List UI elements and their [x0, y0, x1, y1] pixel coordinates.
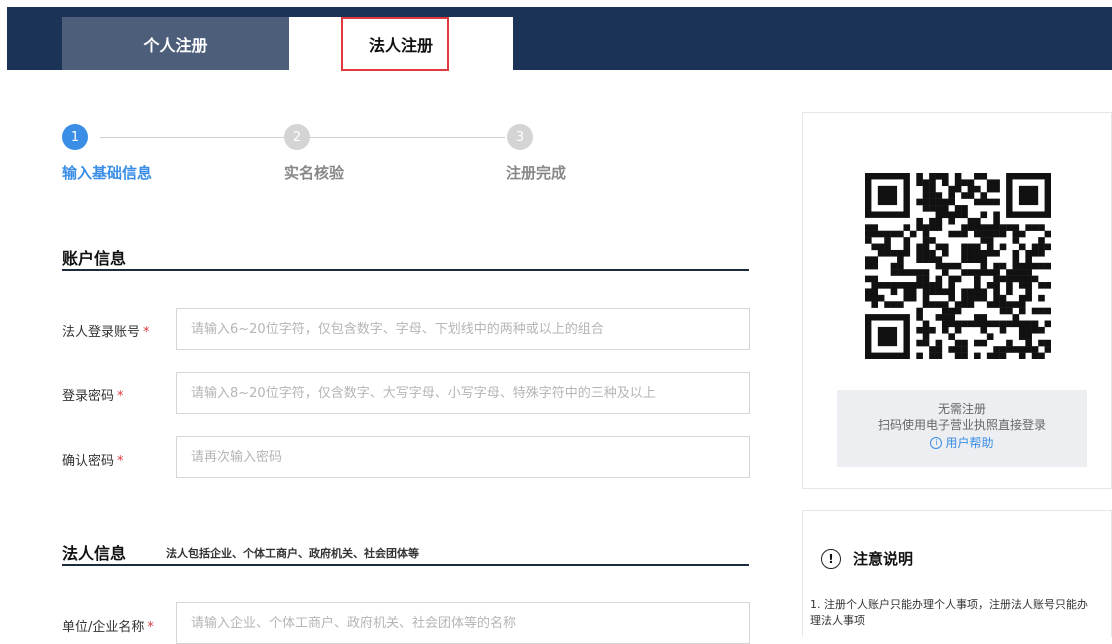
qr-info-box: 无需注册 扫码使用电子营业执照直接登录 i 用户帮助 — [837, 390, 1087, 467]
qr-scan-text: 扫码使用电子营业执照直接登录 — [877, 418, 1046, 432]
tab-legal-register[interactable]: 法人注册 — [289, 17, 513, 71]
confirm-password-label: 确认密码 * — [62, 454, 124, 469]
progress-steps: 1 2 3 输入基础信息 实名核验 注册完成 — [62, 124, 582, 184]
tab-highlight-box — [341, 17, 449, 71]
required-mark: * — [117, 454, 124, 469]
notice-text: 1. 注册个人账户只能办理个人事项，注册法人账号只能办理法人事项 — [810, 598, 1088, 627]
top-header: 个人注册 法人注册 — [0, 0, 1112, 72]
required-mark: * — [117, 389, 124, 404]
section-divider — [62, 564, 749, 566]
step-3-label: 注册完成 — [506, 164, 567, 182]
qr-login-card: 无需注册 扫码使用电子营业执照直接登录 i 用户帮助 — [802, 112, 1112, 489]
legal-section-subtitle: 法人包括企业、个体工商户、政府机关、社会团体等 — [166, 547, 419, 560]
qr-code[interactable] — [865, 173, 1051, 359]
tab-personal-label: 个人注册 — [143, 35, 208, 55]
required-mark: * — [147, 620, 154, 635]
qr-no-register-text: 无需注册 — [937, 402, 986, 416]
company-name-label: 单位/企业名称 * — [62, 620, 154, 635]
account-section-title: 账户信息 — [62, 249, 127, 268]
user-help-label: 用户帮助 — [945, 436, 994, 450]
account-label: 法人登录账号 * — [62, 325, 150, 340]
step-2-circle: 2 — [284, 124, 310, 150]
required-mark: * — [143, 325, 150, 340]
info-icon: i — [930, 437, 943, 449]
confirm-password-input[interactable] — [176, 436, 750, 478]
step-connector — [322, 137, 505, 138]
step-2-label: 实名核验 — [284, 164, 345, 182]
exclamation-icon: ! — [821, 548, 841, 569]
notice-card: ! 注意说明 1. 注册个人账户只能办理个人事项，注册法人账号只能办理法人事项 — [802, 510, 1112, 637]
account-input[interactable] — [176, 308, 750, 350]
company-name-input[interactable] — [176, 602, 750, 644]
notice-header: ! 注意说明 — [821, 548, 913, 569]
section-divider — [62, 269, 749, 271]
step-3-circle: 3 — [507, 124, 533, 150]
tab-personal-register[interactable]: 个人注册 — [62, 17, 289, 70]
step-1-circle: 1 — [62, 124, 88, 150]
password-input[interactable] — [176, 372, 750, 414]
step-1-label: 输入基础信息 — [62, 164, 153, 182]
legal-section-title: 法人信息 — [62, 544, 127, 563]
password-label: 登录密码 * — [62, 389, 124, 404]
user-help-link[interactable]: i 用户帮助 — [930, 435, 994, 451]
notice-title: 注意说明 — [853, 550, 914, 568]
